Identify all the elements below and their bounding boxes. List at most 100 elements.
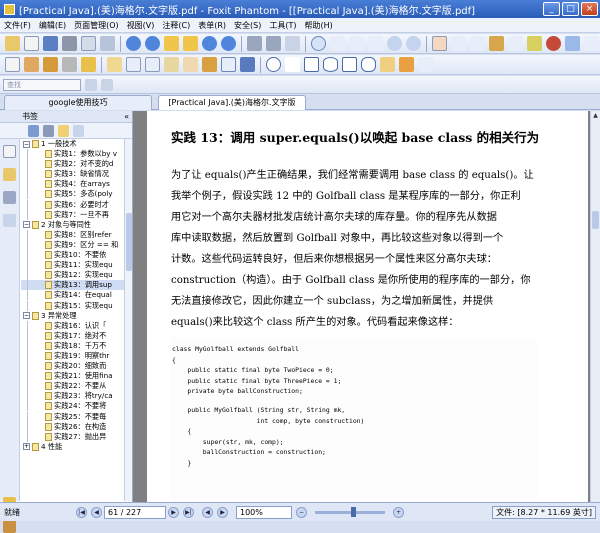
- attachments-icon[interactable]: [3, 214, 16, 227]
- menu-view[interactable]: 视图(V): [127, 20, 155, 31]
- first-page-button[interactable]: |◀: [76, 506, 87, 518]
- new-bookmark-icon[interactable]: [58, 124, 69, 137]
- bookmark-item[interactable]: 实践5：多态(poly: [21, 189, 124, 200]
- tab-google-tips[interactable]: google使用技巧: [4, 95, 152, 110]
- line-icon[interactable]: [285, 57, 300, 72]
- arrow-icon[interactable]: [240, 57, 255, 72]
- bookmarks-icon[interactable]: [3, 168, 16, 181]
- bookmark-item[interactable]: 实践12：实现equ: [21, 270, 124, 281]
- note-icon[interactable]: [565, 36, 580, 51]
- edit-document-icon[interactable]: [24, 57, 39, 72]
- rotate-icon[interactable]: [285, 36, 300, 51]
- undo-icon[interactable]: [247, 36, 262, 51]
- last-page-icon[interactable]: [221, 36, 236, 51]
- bookmark-item[interactable]: 实践27：抛出异: [21, 431, 124, 442]
- search-icon[interactable]: [85, 78, 97, 91]
- bookmark-item[interactable]: 实践21：使用fina: [21, 371, 124, 382]
- snapshot-icon[interactable]: [470, 36, 485, 51]
- back-icon[interactable]: [164, 36, 179, 51]
- bookmark-item[interactable]: 实践20：细致而: [21, 361, 124, 372]
- bookmark-item[interactable]: 实践19：明察thr: [21, 350, 124, 361]
- maximize-button[interactable]: □: [562, 2, 579, 16]
- bookmark-item[interactable]: 实践15：实现equ: [21, 300, 124, 311]
- bookmark-item[interactable]: 实践22：不要从: [21, 381, 124, 392]
- bookmark-item[interactable]: 实践11：实现equ: [21, 260, 124, 271]
- polygon-icon[interactable]: [342, 57, 357, 72]
- lock-icon[interactable]: [62, 57, 77, 72]
- page-number-field[interactable]: 61 / 227: [104, 505, 166, 519]
- document-scrollbar[interactable]: ▲: [590, 111, 600, 502]
- bookmark-section[interactable]: − 3 异常处理: [21, 311, 124, 321]
- bookmark-item[interactable]: 实践4：在arrays: [21, 179, 124, 190]
- shape-icon[interactable]: [221, 57, 236, 72]
- bookmark-item[interactable]: 实践8：区别refer: [21, 229, 124, 240]
- user-icon[interactable]: [43, 57, 58, 72]
- scroll-thumb[interactable]: [592, 211, 599, 229]
- callout-icon[interactable]: [145, 57, 160, 72]
- collapse-panel-button[interactable]: «: [124, 111, 129, 123]
- sign-icon[interactable]: [81, 57, 96, 72]
- menu-help[interactable]: 帮助(H): [305, 20, 333, 31]
- menu-file[interactable]: 文件(F): [4, 20, 31, 31]
- previous-page-icon[interactable]: [145, 36, 160, 51]
- zoom-in-icon[interactable]: [311, 36, 326, 51]
- scan-icon[interactable]: [100, 36, 115, 51]
- menu-edit[interactable]: 编辑(E): [39, 20, 66, 31]
- file-attach-icon[interactable]: [164, 57, 179, 72]
- history-forward-button[interactable]: ▶: [217, 506, 228, 518]
- menu-security[interactable]: 安全(S): [234, 20, 261, 31]
- pencil-icon[interactable]: [202, 57, 217, 72]
- expand-icon[interactable]: +: [23, 443, 30, 451]
- cloud-icon[interactable]: [361, 57, 376, 72]
- zoom-field[interactable]: 100%: [236, 505, 292, 519]
- collapse-icon[interactable]: −: [23, 221, 30, 229]
- fit-width-icon[interactable]: [330, 36, 345, 51]
- comment-note-icon[interactable]: [107, 57, 122, 72]
- menu-page-organize[interactable]: 页面管理(O): [74, 20, 119, 31]
- bookmark-item[interactable]: 实践7：一旦不再: [21, 209, 124, 220]
- menu-comment[interactable]: 注释(C): [162, 20, 190, 31]
- actual-size-icon[interactable]: [368, 36, 383, 51]
- stamp-icon[interactable]: [546, 36, 561, 51]
- bookmark-item[interactable]: 实践10：不要依: [21, 250, 124, 261]
- eraser-icon[interactable]: [399, 57, 414, 72]
- highlight-icon[interactable]: [527, 36, 542, 51]
- bookmark-item[interactable]: 实践16：认识「: [21, 320, 124, 331]
- layers-icon[interactable]: [3, 191, 16, 204]
- collapse-icon[interactable]: −: [23, 312, 30, 320]
- bookmark-section[interactable]: +4 性能: [21, 442, 124, 452]
- close-button[interactable]: ×: [581, 2, 598, 16]
- forward-icon[interactable]: [183, 36, 198, 51]
- search-next-icon[interactable]: [101, 78, 113, 91]
- link-icon[interactable]: [584, 36, 599, 51]
- create-pdf-icon[interactable]: [5, 57, 20, 72]
- next-page-icon[interactable]: [202, 36, 217, 51]
- new-document-icon[interactable]: [24, 36, 39, 51]
- bookmark-scrollbar[interactable]: [124, 139, 132, 501]
- bookmark-item[interactable]: 实践25：不要每: [21, 411, 124, 422]
- bookmark-item[interactable]: 实践1：参数以by v: [21, 149, 124, 160]
- bookmark-section[interactable]: − 1 一般技术: [21, 139, 124, 149]
- scroll-up-icon[interactable]: ▲: [591, 111, 600, 121]
- open-folder-icon[interactable]: [5, 36, 20, 51]
- bookmark-item[interactable]: 实践6：必要时才: [21, 199, 124, 210]
- signatures-icon[interactable]: [3, 520, 16, 533]
- typewriter-icon[interactable]: [489, 36, 504, 51]
- bookmark-options-icon[interactable]: [73, 124, 84, 137]
- bookmark-item[interactable]: 实践9：区分 == 和: [21, 239, 124, 250]
- first-page-icon[interactable]: [126, 36, 141, 51]
- select-object-icon[interactable]: [508, 36, 523, 51]
- measure-icon[interactable]: [418, 57, 433, 72]
- bookmark-item[interactable]: 实践18：千万不: [21, 340, 124, 351]
- zoom-add-icon[interactable]: [406, 36, 421, 51]
- last-page-button[interactable]: ▶|: [183, 506, 194, 518]
- search-input[interactable]: 查找: [3, 78, 81, 91]
- email-icon[interactable]: [81, 36, 96, 51]
- bookmark-item[interactable]: 实践3：缺省情况: [21, 169, 124, 180]
- pen-icon[interactable]: [380, 57, 395, 72]
- menu-form[interactable]: 表单(R): [198, 20, 226, 31]
- select-text-icon[interactable]: [451, 36, 466, 51]
- circle-icon[interactable]: [266, 57, 281, 72]
- bookmark-item[interactable]: 实践13：调用sup: [21, 280, 124, 291]
- collapse-icon[interactable]: −: [23, 140, 30, 148]
